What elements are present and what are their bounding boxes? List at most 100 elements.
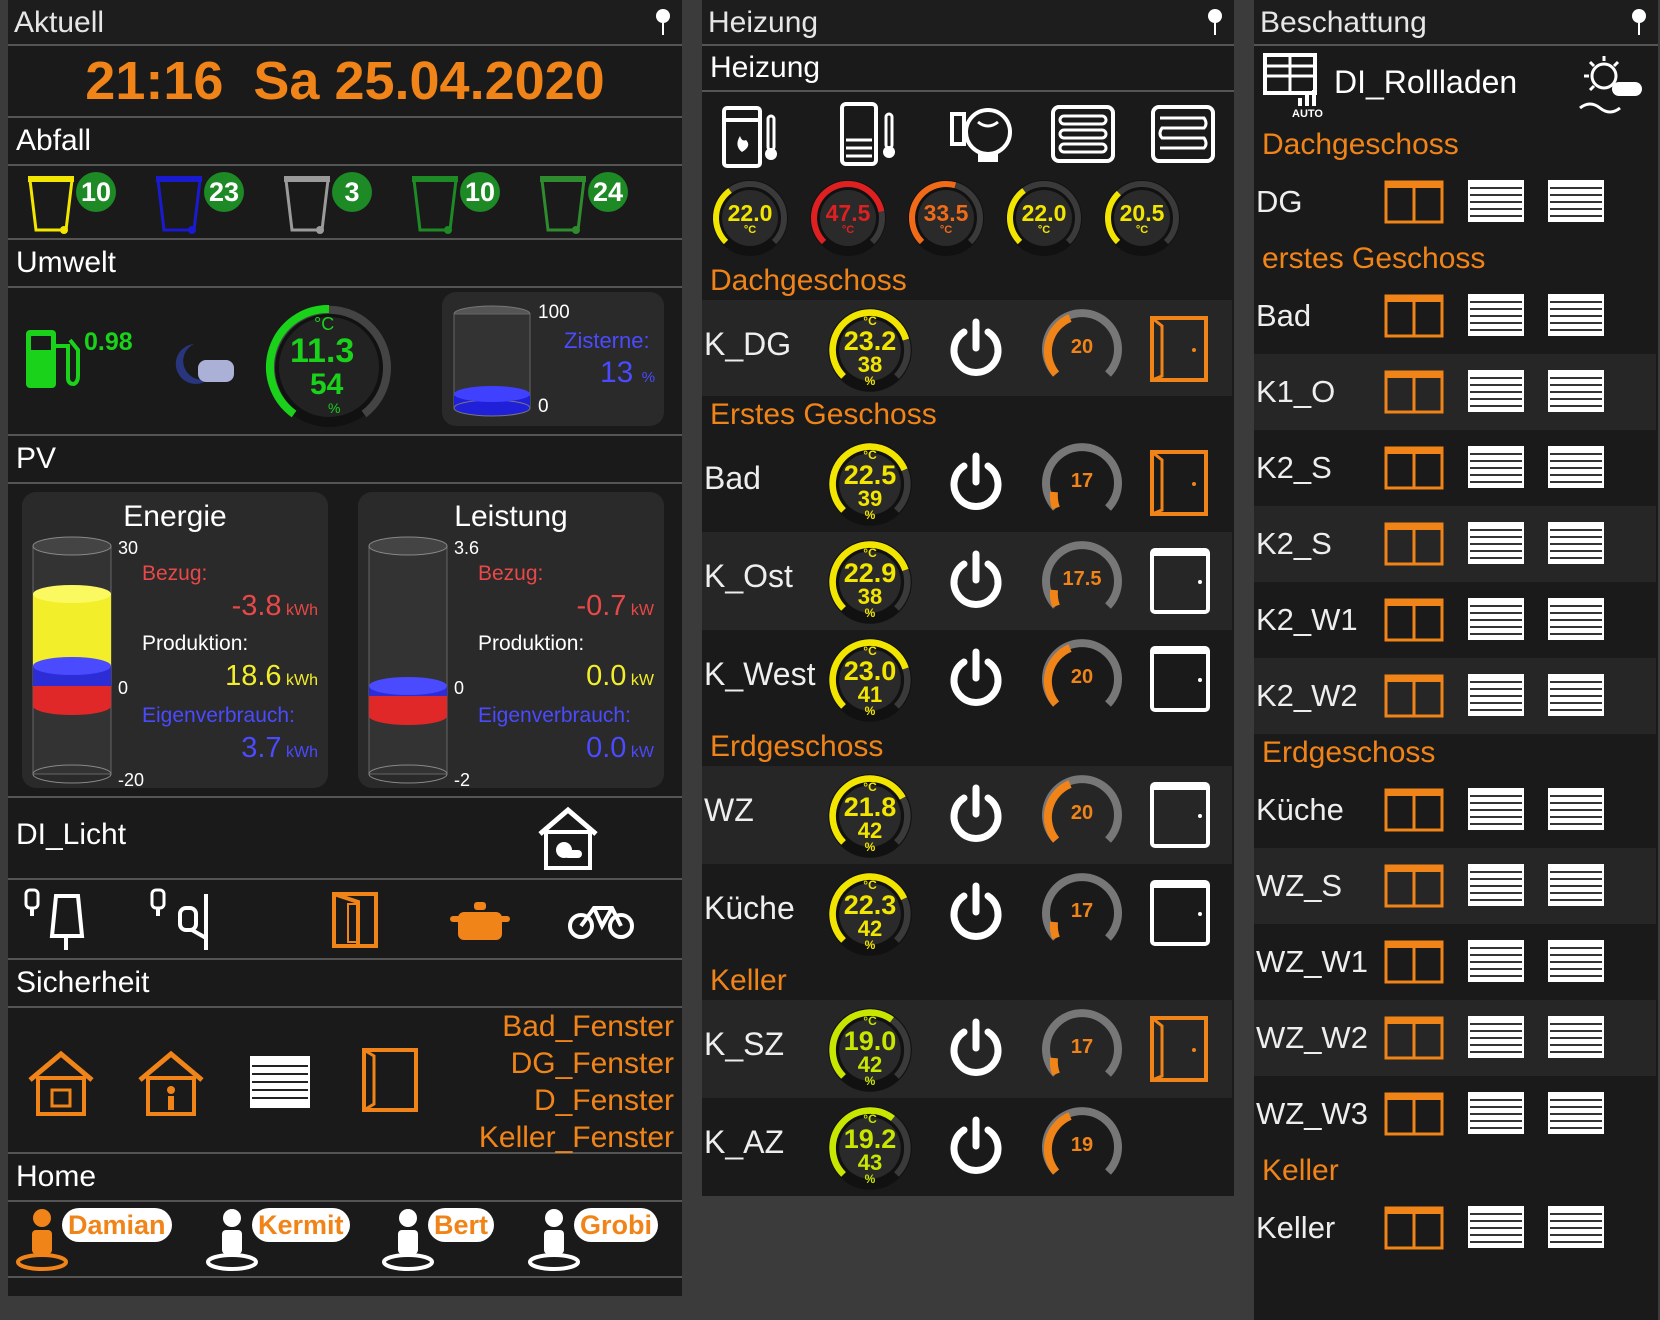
- shutter-closed-button[interactable]: [1546, 1014, 1606, 1060]
- shutter-closed-button[interactable]: [1546, 596, 1606, 642]
- house-lock-icon[interactable]: [26, 1050, 96, 1118]
- waste-bin-gelb[interactable]: 10: [26, 172, 136, 236]
- waste-bin-grau[interactable]: 3: [282, 172, 392, 236]
- shutter-closed-button[interactable]: [1546, 1204, 1606, 1250]
- window-status[interactable]: D_Fenster: [479, 1082, 674, 1119]
- window-closed-icon[interactable]: [1148, 546, 1212, 616]
- window-open-icon[interactable]: [1148, 1014, 1212, 1084]
- shutter-closed-button[interactable]: [1546, 862, 1606, 908]
- waste-bin-gruen[interactable]: 24: [538, 172, 648, 236]
- storage-tank-icon[interactable]: [838, 100, 902, 168]
- shutter-half-button[interactable]: [1466, 178, 1526, 224]
- setpoint-dial[interactable]: 17: [1040, 872, 1124, 956]
- lamp-floor-icon[interactable]: [22, 886, 92, 952]
- shutter-open-button[interactable]: [1384, 292, 1444, 338]
- shutter-half-button[interactable]: [1466, 368, 1526, 414]
- shutter-half-button[interactable]: [1466, 786, 1526, 832]
- setpoint-dial[interactable]: 17: [1040, 1008, 1124, 1092]
- shutter-open-button[interactable]: [1384, 1014, 1444, 1060]
- window-status[interactable]: Keller_Fenster: [479, 1119, 674, 1156]
- shutter-closed-button[interactable]: [1546, 444, 1606, 490]
- setpoint-dial[interactable]: 20: [1040, 308, 1124, 392]
- radiator-icon[interactable]: [1050, 104, 1116, 164]
- shutter-open-button[interactable]: [1384, 786, 1444, 832]
- shutter-half-button[interactable]: [1466, 1014, 1526, 1060]
- shutter-half-button[interactable]: [1466, 1204, 1526, 1250]
- umwelt-row: 0.98 °C 11.3 54 % 100 0 Zisterne: 13 %: [8, 288, 682, 436]
- shutter-open-button[interactable]: [1384, 1090, 1444, 1136]
- fuel-pump-icon[interactable]: [24, 326, 80, 392]
- house-person-icon[interactable]: [136, 1050, 206, 1118]
- waste-bin-blau[interactable]: 23: [154, 172, 264, 236]
- shutter-open-button[interactable]: [1384, 178, 1444, 224]
- window-open-icon[interactable]: [1148, 314, 1212, 384]
- shutter-open-button[interactable]: [1384, 520, 1444, 566]
- bicycle-icon[interactable]: [568, 900, 634, 940]
- shutter-closed-button[interactable]: [1546, 520, 1606, 566]
- shutter-half-button[interactable]: [1466, 292, 1526, 338]
- window-status[interactable]: Bad_Fenster: [479, 1008, 674, 1045]
- power-button[interactable]: [946, 1018, 1006, 1078]
- power-button[interactable]: [946, 882, 1006, 942]
- window-open-icon[interactable]: [360, 1046, 420, 1114]
- house-night-icon[interactable]: [536, 806, 600, 872]
- door-icon[interactable]: [330, 890, 380, 948]
- shutter-closed-button[interactable]: [1546, 786, 1606, 832]
- person-kermit[interactable]: Kermit: [204, 1206, 374, 1274]
- shutter-open-button[interactable]: [1384, 1204, 1444, 1250]
- power-button[interactable]: [946, 1116, 1006, 1176]
- shutter-half-button[interactable]: [1466, 520, 1526, 566]
- pump-icon[interactable]: [948, 102, 1014, 166]
- person-grobi[interactable]: Grobi: [526, 1206, 696, 1274]
- power-button[interactable]: [946, 318, 1006, 378]
- shutter-closed-button[interactable]: [1546, 178, 1606, 224]
- window-closed-icon[interactable]: [1148, 780, 1212, 850]
- shutter-half-button[interactable]: [1466, 862, 1526, 908]
- window-open-icon[interactable]: [1148, 448, 1212, 518]
- shutter-half-button[interactable]: [1466, 1090, 1526, 1136]
- sun-cloud-icon[interactable]: [1576, 54, 1648, 118]
- shutter-open-button[interactable]: [1384, 862, 1444, 908]
- power-button[interactable]: [946, 648, 1006, 708]
- waste-days-badge: 3: [332, 172, 372, 212]
- boiler-icon[interactable]: [720, 102, 784, 168]
- setpoint-dial[interactable]: 17: [1040, 442, 1124, 526]
- lamp-desk-icon[interactable]: [148, 886, 218, 952]
- cooking-pot-icon[interactable]: [448, 900, 512, 944]
- shutter-closed-button[interactable]: [1546, 368, 1606, 414]
- shutter-open-button[interactable]: [1384, 672, 1444, 718]
- person-bert[interactable]: Bert: [380, 1206, 550, 1274]
- setpoint-dial[interactable]: 17.5: [1040, 540, 1124, 624]
- shutter-open-button[interactable]: [1384, 596, 1444, 642]
- power-button[interactable]: [946, 784, 1006, 844]
- shutter-half-button[interactable]: [1466, 938, 1526, 984]
- floor-heating-icon[interactable]: [1150, 104, 1216, 164]
- person-damian[interactable]: Damian: [14, 1206, 184, 1274]
- window-closed-icon[interactable]: [1148, 878, 1212, 948]
- shutter-open-button[interactable]: [1384, 938, 1444, 984]
- shutter-closed-button[interactable]: [1546, 1090, 1606, 1136]
- window-closed-icon[interactable]: [1148, 644, 1212, 714]
- shutter-open-button[interactable]: [1384, 444, 1444, 490]
- setpoint-dial[interactable]: 20: [1040, 638, 1124, 722]
- window-status[interactable]: DG_Fenster: [479, 1045, 674, 1082]
- setpoint-dial[interactable]: 20: [1040, 774, 1124, 858]
- shutter-open-button[interactable]: [1384, 368, 1444, 414]
- shutter-half-button[interactable]: [1466, 444, 1526, 490]
- room-name: DG: [1256, 184, 1303, 219]
- shutter-half-button[interactable]: [1466, 596, 1526, 642]
- power-button[interactable]: [946, 550, 1006, 610]
- power-button[interactable]: [946, 452, 1006, 512]
- setpoint-value: 20: [1070, 666, 1094, 688]
- pin-icon[interactable]: [654, 8, 672, 36]
- waste-bin-bio[interactable]: 10: [410, 172, 520, 236]
- shutter-half-button[interactable]: [1466, 672, 1526, 718]
- shutter-closed-button[interactable]: [1546, 672, 1606, 718]
- shutter-closed-button[interactable]: [1546, 938, 1606, 984]
- shutter-icon[interactable]: [248, 1054, 312, 1110]
- pin-icon[interactable]: [1630, 8, 1648, 36]
- shutter-closed-button[interactable]: [1546, 292, 1606, 338]
- setpoint-dial[interactable]: 19: [1040, 1106, 1124, 1190]
- pin-icon[interactable]: [1206, 8, 1224, 36]
- floor-title: erstes Geschoss: [1262, 242, 1486, 275]
